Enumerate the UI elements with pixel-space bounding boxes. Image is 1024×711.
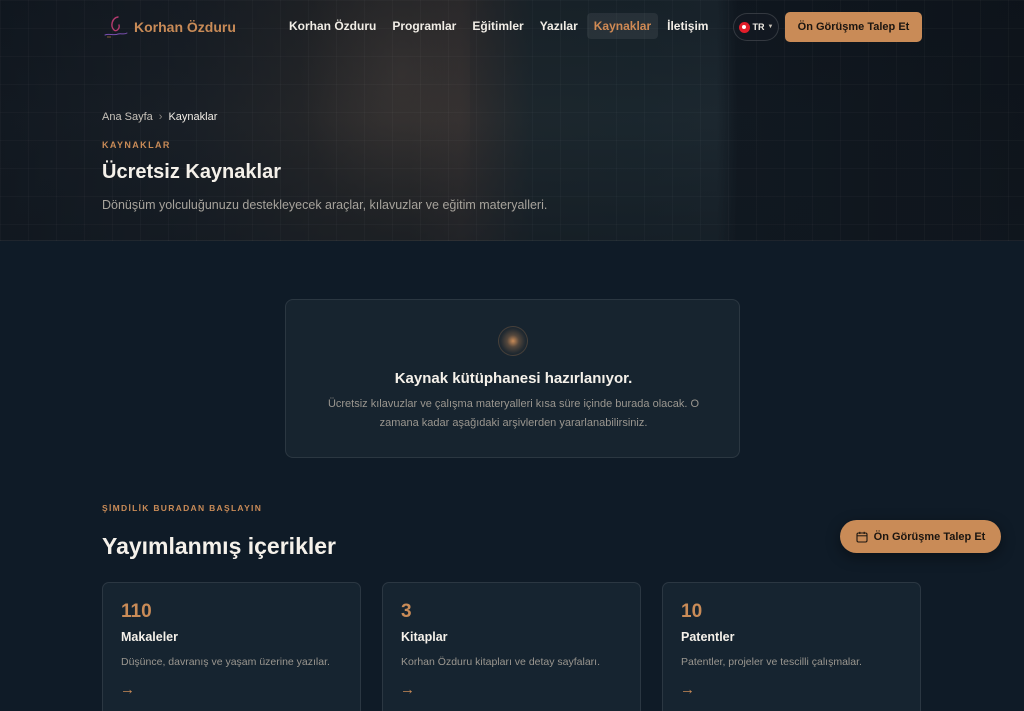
hero-divider [0,240,1024,241]
breadcrumb-separator-icon: › [158,111,163,123]
card-books[interactable]: 3 Kitaplar Korhan Özduru kitapları ve de… [382,582,641,711]
breadcrumb-current: Kaynaklar [168,111,218,123]
section-title: Yayımlanmış içerikler [102,533,336,559]
card-count: 3 [401,601,412,622]
card-description: Düşünce, davranış ve yaşam üzerine yazıl… [121,656,330,668]
card-title: Patentler [681,630,735,644]
nav-links: Korhan Özduru Programlar Eğitimler Yazıl… [282,13,717,39]
floating-consultation-button[interactable]: Ön Görüşme Talep Et [840,520,1001,553]
breadcrumb-home-link[interactable]: Ana Sayfa [102,111,153,123]
chevron-down-icon: ▼ [767,24,774,30]
arrow-right-icon[interactable]: → [680,681,695,698]
card-title: Makaleler [121,630,178,644]
card-description: Patentler, projeler ve tescilli çalışmal… [681,656,862,668]
brand-logo[interactable]: Korhan Özduru [102,14,236,40]
language-code: TR [752,22,765,32]
card-articles[interactable]: 110 Makaleler Düşünce, davranış ve yaşam… [102,582,361,711]
arrow-right-icon[interactable]: → [120,681,135,698]
nav-item-iletisim[interactable]: İletişim [660,13,715,39]
calendar-icon [856,531,868,543]
nav-item-korhan-ozduru[interactable]: Korhan Özduru [282,13,383,39]
nav-item-kaynaklar[interactable]: Kaynaklar [586,13,659,39]
card-title: Kitaplar [401,630,448,644]
signature-logo-icon [102,14,130,40]
arrow-right-icon[interactable]: → [400,681,415,698]
hero-eyebrow: KAYNAKLAR [102,140,171,150]
page-title: Ücretsiz Kaynaklar [102,161,281,183]
top-navigation: Korhan Özduru Korhan Özduru Programlar E… [0,0,1024,54]
breadcrumb: Ana Sayfa › Kaynaklar [102,111,217,123]
language-selector[interactable]: TR ▼ [733,13,779,41]
notice-title: Kaynak kütüphanesi hazırlanıyor. [394,370,633,387]
card-count: 10 [681,601,703,622]
card-description: Korhan Özduru kitapları ve detay sayfala… [401,656,601,668]
glow-dot-icon [498,326,528,356]
card-count: 110 [121,601,152,622]
page-subtitle: Dönüşüm yolculuğunuzu destekleyecek araç… [102,198,548,212]
notice-text: Ücretsiz kılavuzlar ve çalışma materyall… [327,398,700,429]
nav-item-yazilar[interactable]: Yazılar [533,13,585,39]
section-eyebrow: ŞİMDİLİK BURADAN BAŞLAYIN [102,503,263,513]
library-notice-card: Kaynak kütüphanesi hazırlanıyor. Ücretsi… [285,299,740,458]
consultation-request-button[interactable]: Ön Görüşme Talep Et [785,12,922,42]
brand-name: Korhan Özduru [134,19,236,35]
turkey-flag-icon [738,21,750,33]
nav-item-programlar[interactable]: Programlar [385,13,463,39]
nav-item-egitimler[interactable]: Eğitimler [465,13,530,39]
content-cards: 110 Makaleler Düşünce, davranış ve yaşam… [102,582,921,711]
card-patents[interactable]: 10 Patentler Patentler, projeler ve tesc… [662,582,921,711]
floating-cta-label: Ön Görüşme Talep Et [873,530,986,543]
